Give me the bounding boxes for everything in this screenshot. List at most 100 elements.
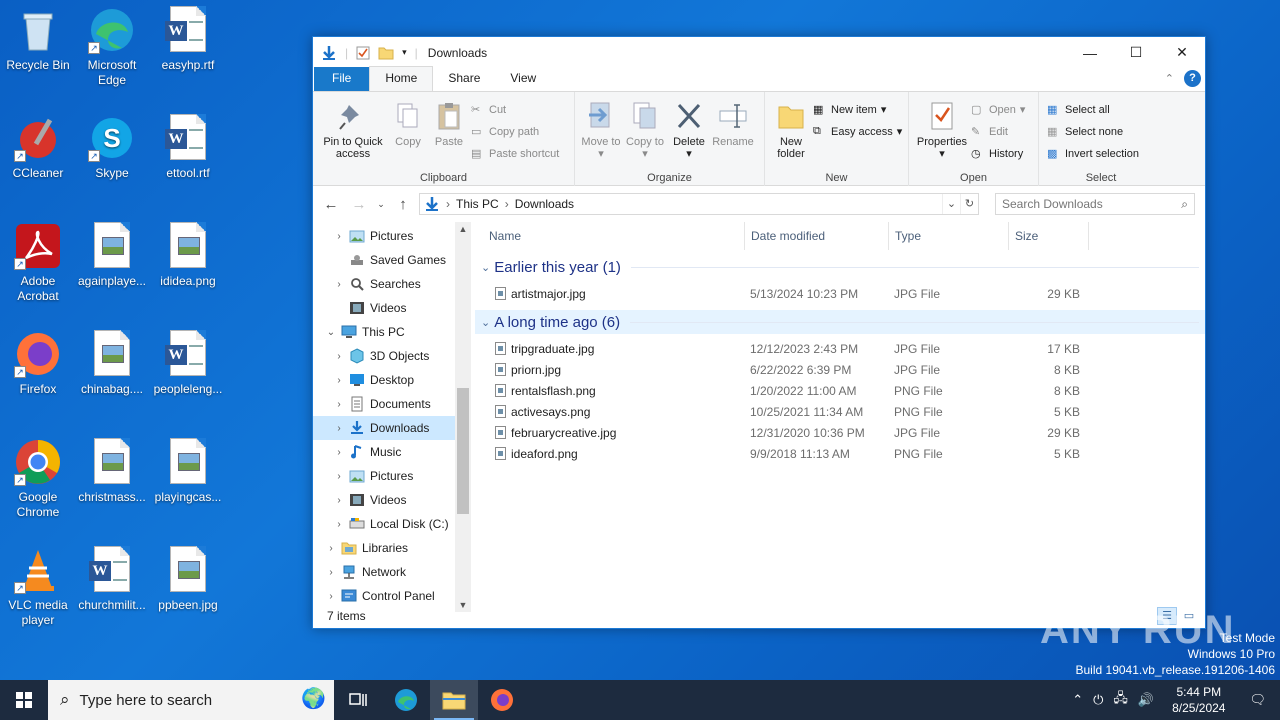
collapse-ribbon-icon[interactable]: ⌃ [1165, 72, 1174, 85]
up-button[interactable]: ↑ [391, 196, 415, 213]
forward-button[interactable]: → [347, 196, 371, 213]
expand-chevron-icon[interactable]: › [331, 519, 347, 530]
group-header[interactable]: ⌄ A long time ago (6) [475, 310, 1205, 334]
desktop-icon[interactable]: chinabag.... [74, 330, 150, 397]
desktop-icon[interactable]: Wchurchmilit... [74, 546, 150, 613]
desktop-icon[interactable]: ↗ Microsoft Edge [74, 6, 150, 88]
desktop-icon[interactable]: ↗ VLC media player [0, 546, 76, 628]
desktop-icon[interactable]: christmass... [74, 438, 150, 505]
expand-chevron-icon[interactable]: › [331, 471, 347, 482]
expand-chevron-icon[interactable]: › [331, 231, 347, 242]
column-date-modified[interactable]: Date modified [745, 222, 889, 250]
close-button[interactable]: ✕ [1159, 37, 1205, 68]
maximize-button[interactable]: ☐ [1113, 37, 1159, 68]
expand-chevron-icon[interactable]: › [323, 591, 339, 602]
column-size[interactable]: Size [1009, 222, 1089, 250]
column-type[interactable]: Type [889, 222, 1009, 250]
copy-path-button[interactable]: ▭ Copy path [471, 123, 559, 140]
address-dropdown-icon[interactable]: ⌄ [942, 194, 960, 214]
nav-scrollbar[interactable]: ▲ ▼ [455, 222, 471, 612]
desktop-icon[interactable]: playingcas... [150, 438, 226, 505]
table-row[interactable]: rentalsflash.png 1/20/2022 11:00 AM PNG Fi… [475, 381, 1205, 402]
nav-item-saved-games[interactable]: Saved Games [313, 248, 455, 272]
nav-item-3d-objects[interactable]: › 3D Objects [313, 344, 455, 368]
cut-button[interactable]: ✂ Cut [471, 101, 559, 118]
desktop-icon[interactable]: Weasyhp.rtf [150, 6, 226, 73]
nav-item-network[interactable]: › Network [313, 560, 455, 584]
nav-item-videos[interactable]: Videos [313, 296, 455, 320]
quick-access-dropdown-icon[interactable]: ▾ [402, 47, 407, 58]
expand-chevron-icon[interactable]: › [331, 423, 347, 434]
search-box[interactable]: Search Downloads ⌕ [995, 193, 1195, 215]
nav-item-desktop[interactable]: › Desktop [313, 368, 455, 392]
expand-chevron-icon[interactable]: › [331, 399, 347, 410]
task-view-button[interactable] [334, 680, 382, 720]
history-button[interactable]: ◷ History [971, 145, 1025, 162]
volume-icon[interactable]: 🔊 [1138, 692, 1154, 708]
new-item-button[interactable]: ▦ New item ▾ [813, 101, 902, 118]
group-collapse-icon[interactable]: ⌄ [481, 316, 490, 329]
properties-check-icon[interactable] [356, 46, 370, 60]
desktop-icon[interactable]: ↗ Google Chrome [0, 438, 76, 520]
table-row[interactable]: artistmajor.jpg 5/13/2024 10:23 PM JPG Fil… [475, 284, 1205, 305]
nav-item-music[interactable]: › Music [313, 440, 455, 464]
nav-item-searches[interactable]: › Searches [313, 272, 455, 296]
nav-item-this-pc[interactable]: ⌄ This PC [313, 320, 455, 344]
back-button[interactable]: ← [319, 196, 343, 213]
select-none-button[interactable]: ▦ Select none [1047, 123, 1139, 140]
tab-file[interactable]: File [314, 67, 370, 91]
taskbar-file-explorer[interactable] [430, 680, 478, 720]
open-button[interactable]: ▢ Open ▾ [971, 101, 1025, 118]
desktop-icon[interactable]: Wpeopleleng... [150, 330, 226, 397]
expand-chevron-icon[interactable]: › [323, 567, 339, 578]
notifications-icon[interactable]: 🗨 [1243, 692, 1280, 708]
desktop-icon[interactable]: S ↗ Skype [74, 114, 150, 181]
new-folder-icon[interactable] [378, 46, 394, 60]
select-all-button[interactable]: ▦ Select all [1047, 101, 1139, 118]
minimize-button[interactable]: — [1067, 37, 1113, 68]
desktop-icon[interactable]: ppbeen.jpg [150, 546, 226, 613]
expand-chevron-icon[interactable]: › [331, 375, 347, 386]
table-row[interactable]: activesays.png 10/25/2021 11:34 AM PNG Fil… [475, 402, 1205, 423]
column-name[interactable]: Name [483, 222, 745, 250]
tab-home[interactable]: Home [369, 66, 434, 91]
scroll-up-icon[interactable]: ▲ [455, 224, 471, 234]
tab-share[interactable]: Share [433, 67, 495, 91]
desktop-icon[interactable]: againplaye... [74, 222, 150, 289]
invert-selection-button[interactable]: ▩ Invert selection [1047, 145, 1139, 162]
desktop-icon[interactable]: ↗ CCleaner [0, 114, 76, 181]
breadcrumb-downloads[interactable]: Downloads [515, 197, 574, 211]
taskbar-firefox[interactable] [478, 680, 526, 720]
expanded-chevron-icon[interactable]: ⌄ [323, 327, 339, 338]
clock[interactable]: 5:44 PM 8/25/2024 [1164, 684, 1233, 716]
desktop-icon[interactable]: ↗ Adobe Acrobat [0, 222, 76, 304]
desktop-icon[interactable]: ididea.png [150, 222, 226, 289]
group-header[interactable]: ⌄ Earlier this year (1) [475, 255, 1205, 279]
expand-chevron-icon[interactable]: › [331, 447, 347, 458]
expand-chevron-icon[interactable]: › [331, 495, 347, 506]
nav-item-downloads[interactable]: › Downloads [313, 416, 455, 440]
tab-view[interactable]: View [495, 67, 551, 91]
taskbar-search-box[interactable]: ⌕ Type here to search 🌍 [48, 680, 334, 720]
usb-icon[interactable]: ⏻ [1093, 692, 1103, 708]
desktop-icon[interactable]: Recycle Bin [0, 6, 76, 73]
help-button[interactable]: ? [1184, 70, 1201, 87]
refresh-icon[interactable]: ↻ [960, 194, 978, 214]
recent-locations-icon[interactable]: ⌄ [375, 199, 387, 210]
paste-shortcut-button[interactable]: ▤ Paste shortcut [471, 145, 559, 162]
taskbar-edge[interactable] [382, 680, 430, 720]
nav-item-pictures[interactable]: › Pictures [313, 224, 455, 248]
expand-chevron-icon[interactable]: › [323, 543, 339, 554]
show-hidden-icons-icon[interactable]: ⌃ [1072, 692, 1083, 708]
nav-item-pictures[interactable]: › Pictures [313, 464, 455, 488]
table-row[interactable]: priorn.jpg 6/22/2022 6:39 PM JPG File 8 KB [475, 360, 1205, 381]
nav-scroll-thumb[interactable] [457, 388, 469, 514]
group-collapse-icon[interactable]: ⌄ [481, 261, 490, 274]
nav-item-local-disk-c[interactable]: › Local Disk (C:) [313, 512, 455, 536]
edit-button[interactable]: ✎ Edit [971, 123, 1025, 140]
nav-item-libraries[interactable]: › Libraries [313, 536, 455, 560]
start-button[interactable] [0, 680, 48, 720]
table-row[interactable]: tripgraduate.jpg 12/12/2023 2:43 PM JPG Fi… [475, 339, 1205, 360]
table-row[interactable]: februarycreative.jpg 12/31/2020 10:36 PM J… [475, 423, 1205, 444]
address-bar[interactable]: › This PC › Downloads ⌄ ↻ [419, 193, 979, 215]
